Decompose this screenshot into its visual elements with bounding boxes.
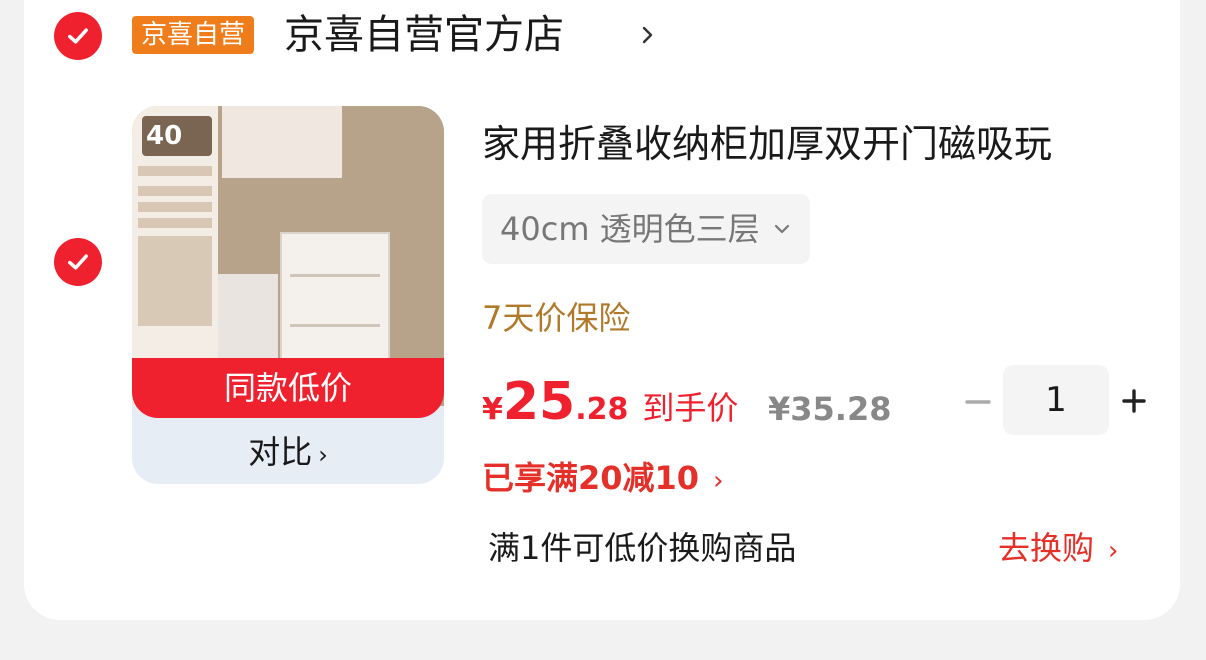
exchange-purchase-button[interactable]: 去换购 › (998, 526, 1118, 573)
item-select-checkbox[interactable] (54, 238, 102, 286)
chevron-right-icon: › (713, 466, 724, 496)
original-price: ¥35.28 (768, 390, 892, 428)
discount-promo[interactable]: 已享满20减10 › (482, 456, 723, 503)
check-icon (68, 28, 88, 44)
chevron-right-icon: › (1108, 536, 1119, 566)
self-operated-badge: 京喜自营 (132, 16, 255, 54)
final-price: ¥25.28 到手价 (482, 372, 738, 432)
price-integer: 25 (502, 372, 576, 432)
final-price-label: 到手价 (642, 389, 739, 427)
spec-label: 40cm 透明色三层 (500, 210, 760, 248)
same-style-low-price-banner[interactable]: 同款低价 (132, 358, 444, 418)
product-thumbnail-card[interactable]: 40 同款低价 对比 › (132, 106, 444, 484)
check-icon (68, 254, 88, 270)
promo-label: 已享满20减10 (482, 459, 700, 497)
chevron-right-icon[interactable] (640, 22, 656, 48)
product-title[interactable]: 家用折叠收纳柜加厚双开门磁吸玩 (482, 118, 1122, 170)
shop-name-link[interactable]: 京喜自营官方店 (284, 10, 564, 60)
price-currency: ¥ (482, 392, 503, 427)
exchange-button-label: 去换购 (998, 529, 1095, 567)
chevron-down-icon (774, 224, 789, 234)
quantity-input[interactable]: 1 (1003, 365, 1109, 435)
minus-icon[interactable] (965, 389, 991, 415)
compare-button[interactable]: 对比 › (132, 424, 444, 480)
plus-icon[interactable] (1122, 389, 1146, 413)
chevron-right-icon: › (318, 441, 328, 469)
price-decimal: .28 (575, 392, 629, 427)
spec-selector[interactable]: 40cm 透明色三层 (482, 194, 810, 264)
price-protection-label[interactable]: 7天价保险 (482, 296, 630, 340)
size-badge: 40 (142, 116, 212, 156)
shop-select-checkbox[interactable] (54, 12, 102, 60)
compare-label: 对比 (248, 433, 313, 471)
exchange-offer-text: 满1件可低价换购商品 (488, 529, 797, 567)
